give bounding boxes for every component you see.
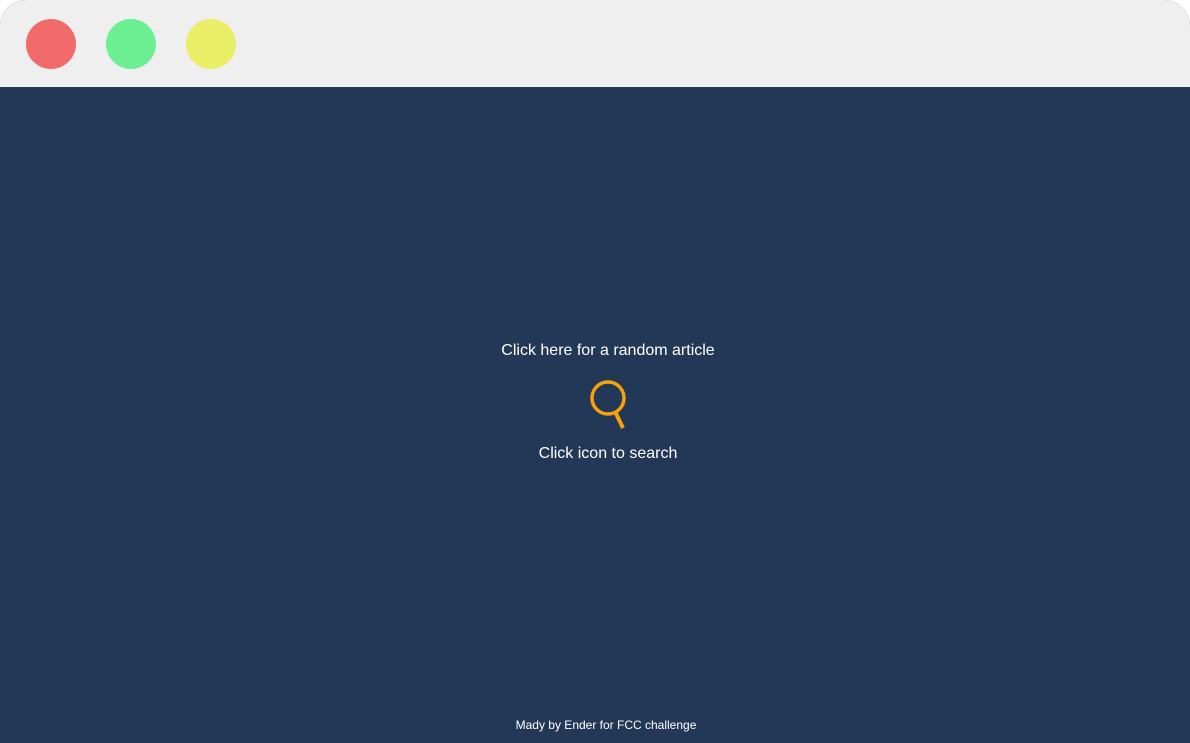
search-icon[interactable] xyxy=(589,379,629,433)
random-article-link[interactable]: Click here for a random article xyxy=(0,341,1190,361)
footer-credit: Mady by Ender for FCC challenge xyxy=(515,718,697,732)
magnifier-icon-graphic xyxy=(590,380,626,429)
main-content: Click here for a random article Click ic… xyxy=(0,87,1190,743)
search-hint-text: Click icon to search xyxy=(538,445,678,462)
maximize-window-button[interactable] xyxy=(106,19,156,69)
close-window-button[interactable] xyxy=(26,19,76,69)
browser-window: Click here for a random article Click ic… xyxy=(0,0,1190,743)
window-titlebar xyxy=(0,0,1190,87)
minimize-window-button[interactable] xyxy=(186,19,236,69)
